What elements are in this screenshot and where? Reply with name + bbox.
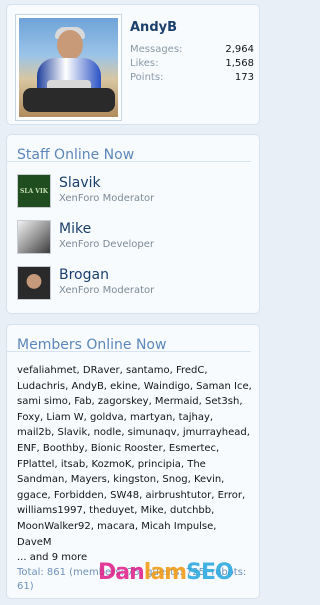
stat-label: Points: (130, 72, 164, 83)
stat-value[interactable]: 1,568 (225, 57, 254, 71)
visitor-avatar[interactable] (15, 14, 122, 121)
members-online-title[interactable]: Members Online Now (7, 325, 251, 353)
watermark-part: SEO (186, 560, 234, 585)
online-member-links[interactable]: vefaliahmet, DRaver, santamo, FredC, Lud… (17, 365, 252, 548)
staff-name[interactable]: Mike (59, 221, 91, 237)
staff-member-brogan: Brogan XenForo Moderator (17, 266, 247, 306)
stat-messages: Messages: 2,964 (130, 43, 254, 57)
staff-avatar[interactable] (17, 220, 51, 254)
stat-likes: Likes: 1,568 (130, 57, 254, 71)
watermark-part: lam (143, 560, 187, 585)
stat-value[interactable]: 173 (235, 71, 254, 85)
watermark-logo: DanlamSEO (98, 560, 234, 585)
stat-label: Likes: (130, 58, 159, 69)
more-members-link[interactable]: ... and 9 more (17, 552, 87, 563)
staff-role: XenForo Moderator (59, 193, 155, 204)
visitor-stats: Messages: 2,964 Likes: 1,568 Points: 173 (130, 43, 254, 85)
stat-label: Messages: (130, 44, 183, 55)
visitor-panel: AndyB Messages: 2,964 Likes: 1,568 Point… (6, 4, 260, 125)
visitor-username[interactable]: AndyB (130, 20, 177, 35)
staff-member-mike: Mike XenForo Developer (17, 220, 247, 260)
staff-role: XenForo Developer (59, 239, 155, 250)
staff-avatar[interactable]: SLA VIK (17, 174, 51, 208)
staff-member-slavik: SLA VIK Slavik XenForo Moderator (17, 174, 247, 214)
staff-avatar[interactable] (17, 266, 51, 300)
staff-online-panel: Staff Online Now SLA VIK Slavik XenForo … (6, 134, 260, 314)
members-online-list: vefaliahmet, DRaver, santamo, FredC, Lud… (17, 363, 253, 566)
members-online-panel: Members Online Now vefaliahmet, DRaver, … (6, 324, 260, 599)
staff-name[interactable]: Brogan (59, 267, 109, 283)
stat-value[interactable]: 2,964 (225, 43, 254, 57)
staff-name[interactable]: Slavik (59, 175, 101, 191)
staff-online-title[interactable]: Staff Online Now (7, 135, 251, 163)
stat-points: Points: 173 (130, 71, 254, 85)
avatar-image (19, 18, 118, 117)
watermark-part: Dan (98, 560, 145, 585)
staff-role: XenForo Moderator (59, 285, 155, 296)
